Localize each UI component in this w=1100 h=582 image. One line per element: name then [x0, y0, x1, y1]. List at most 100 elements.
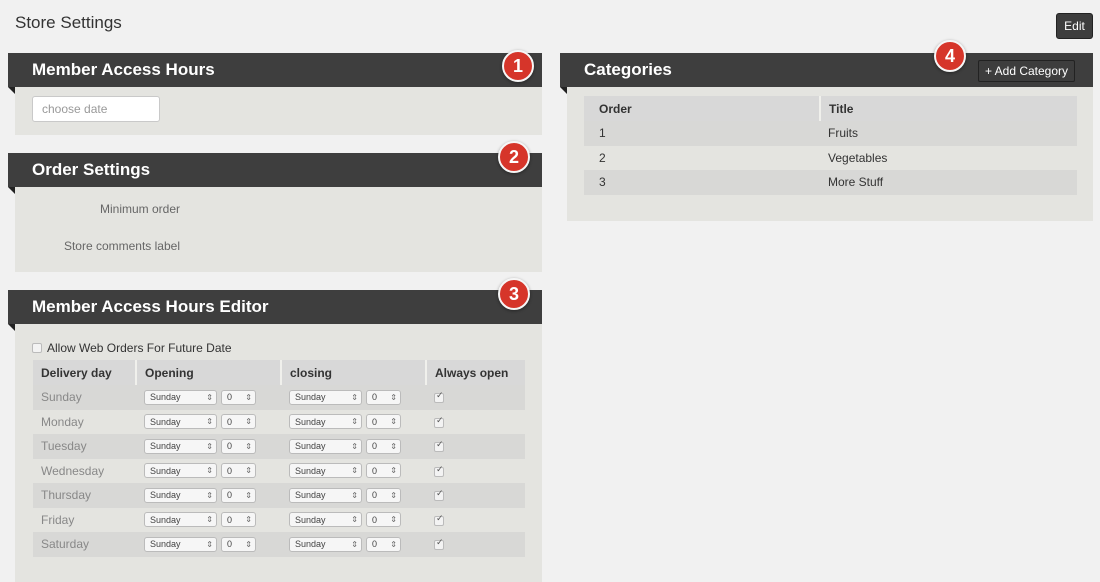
category-row[interactable]: 3 More Stuff [584, 170, 1077, 195]
opening-hour-select[interactable]: 0 ⇕ [221, 389, 256, 405]
allow-future-label: Allow Web Orders For Future Date [47, 341, 232, 355]
always-open-checkbox[interactable] [434, 440, 444, 453]
select-arrows-icon: ⇕ [245, 515, 252, 525]
closing-hour-select[interactable]: 0 ⇕ [366, 389, 401, 405]
closing-hour-select[interactable]: 0 ⇕ [366, 463, 401, 479]
opening-day-value: Sunday [150, 539, 181, 550]
category-title-cell: Fruits [820, 121, 1077, 146]
always-open-checkbox[interactable] [434, 489, 444, 502]
delivery-day-cell: Monday [33, 409, 136, 434]
member-access-hours-panel: Member Access Hours choose date [8, 53, 542, 135]
delivery-day-cell: Thursday [33, 483, 136, 508]
opening-cell: Sunday ⇕ 0 ⇕ [136, 532, 281, 557]
add-category-button[interactable]: + Add Category [978, 60, 1075, 82]
opening-cell: Sunday ⇕ 0 ⇕ [136, 409, 281, 434]
opening-cell: Sunday ⇕ 0 ⇕ [136, 385, 281, 410]
select-arrows-icon: ⇕ [206, 490, 213, 500]
select-arrows-icon: ⇕ [206, 417, 213, 427]
always-open-checkbox[interactable] [434, 538, 444, 551]
opening-day-value: Sunday [150, 441, 181, 452]
opening-day-select[interactable]: Sunday ⇕ [144, 438, 217, 454]
closing-hour-select[interactable]: 0 ⇕ [366, 414, 401, 430]
badge-1: 1 [502, 50, 534, 82]
closing-hour-select[interactable]: 0 ⇕ [366, 487, 401, 503]
opening-hour-select[interactable]: 0 ⇕ [221, 536, 256, 552]
opening-hour-select[interactable]: 0 ⇕ [221, 487, 256, 503]
closing-hour-select[interactable]: 0 ⇕ [366, 438, 401, 454]
closing-day-select[interactable]: Sunday ⇕ [289, 438, 362, 454]
opening-day-select[interactable]: Sunday ⇕ [144, 463, 217, 479]
opening-hour-select[interactable]: 0 ⇕ [221, 512, 256, 528]
closing-day-value: Sunday [295, 539, 326, 550]
select-arrows-icon: ⇕ [206, 515, 213, 525]
opening-day-select[interactable]: Sunday ⇕ [144, 389, 217, 405]
closing-day-value: Sunday [295, 465, 326, 476]
always-open-cell [426, 483, 525, 508]
allow-future-checkbox[interactable] [32, 343, 42, 353]
select-arrows-icon: ⇕ [245, 441, 252, 451]
closing-hour-value: 0 [372, 539, 378, 550]
closing-day-select[interactable]: Sunday ⇕ [289, 389, 362, 405]
closing-day-select[interactable]: Sunday ⇕ [289, 414, 362, 430]
opening-hour-value: 0 [227, 490, 233, 501]
opening-hour-select[interactable]: 0 ⇕ [221, 438, 256, 454]
delivery-day-cell: Tuesday [33, 434, 136, 459]
order-settings-panel: Order Settings Minimum order Store comme… [8, 153, 542, 272]
col-order: Order [584, 96, 821, 121]
closing-day-select[interactable]: Sunday ⇕ [289, 512, 362, 528]
opening-hour-select[interactable]: 0 ⇕ [221, 414, 256, 430]
choose-date-input[interactable]: choose date [32, 96, 160, 122]
always-open-checkbox[interactable] [434, 391, 444, 404]
closing-day-select[interactable]: Sunday ⇕ [289, 536, 362, 552]
select-arrows-icon: ⇕ [351, 441, 358, 451]
select-arrows-icon: ⇕ [351, 539, 358, 549]
opening-day-select[interactable]: Sunday ⇕ [144, 536, 217, 552]
closing-day-select[interactable]: Sunday ⇕ [289, 463, 362, 479]
select-arrows-icon: ⇕ [245, 539, 252, 549]
always-open-cell [426, 532, 525, 557]
closing-hour-select[interactable]: 0 ⇕ [366, 536, 401, 552]
opening-day-select[interactable]: Sunday ⇕ [144, 414, 217, 430]
col-opening: Opening [136, 360, 282, 385]
closing-cell: Sunday ⇕ 0 ⇕ [281, 483, 426, 508]
page-title: Store Settings [15, 13, 122, 32]
always-open-checkbox[interactable] [434, 465, 444, 477]
hours-row: Saturday Sunday ⇕ 0 ⇕ Sunday ⇕ 0 ⇕ [33, 532, 525, 557]
allow-future-row[interactable]: Allow Web Orders For Future Date [32, 341, 232, 355]
hours-row: Wednesday Sunday ⇕ 0 ⇕ Sunday ⇕ 0 ⇕ [33, 458, 525, 483]
select-arrows-icon: ⇕ [245, 466, 252, 476]
select-arrows-icon: ⇕ [390, 515, 397, 525]
opening-hour-value: 0 [227, 416, 233, 427]
hours-row: Friday Sunday ⇕ 0 ⇕ Sunday ⇕ 0 ⇕ [33, 507, 525, 532]
category-order-cell: 3 [584, 170, 820, 195]
category-row[interactable]: 2 Vegetables [584, 145, 1077, 170]
closing-cell: Sunday ⇕ 0 ⇕ [281, 434, 426, 459]
select-arrows-icon: ⇕ [390, 539, 397, 549]
always-open-checkbox[interactable] [434, 514, 444, 526]
hours-editor-header: Member Access Hours Editor [8, 290, 542, 331]
closing-day-value: Sunday [295, 490, 326, 501]
hours-row: Sunday Sunday ⇕ 0 ⇕ Sunday ⇕ 0 ⇕ [33, 385, 525, 410]
closing-day-value: Sunday [295, 441, 326, 452]
category-title-cell: More Stuff [820, 170, 1077, 195]
closing-day-select[interactable]: Sunday ⇕ [289, 487, 362, 503]
opening-hour-select[interactable]: 0 ⇕ [221, 463, 256, 479]
opening-day-select[interactable]: Sunday ⇕ [144, 487, 217, 503]
always-open-cell [426, 458, 525, 483]
closing-hour-select[interactable]: 0 ⇕ [366, 512, 401, 528]
category-order-cell: 1 [584, 121, 820, 146]
opening-hour-value: 0 [227, 392, 233, 403]
hours-editor-panel: Member Access Hours Editor Allow Web Ord… [8, 290, 542, 582]
closing-cell: Sunday ⇕ 0 ⇕ [281, 385, 426, 410]
select-arrows-icon: ⇕ [351, 466, 358, 476]
select-arrows-icon: ⇕ [351, 392, 358, 402]
opening-day-select[interactable]: Sunday ⇕ [144, 512, 217, 528]
select-arrows-icon: ⇕ [390, 490, 397, 500]
always-open-cell [426, 385, 525, 410]
opening-day-value: Sunday [150, 416, 181, 427]
category-row[interactable]: 1 Fruits [584, 121, 1077, 146]
opening-cell: Sunday ⇕ 0 ⇕ [136, 458, 281, 483]
always-open-checkbox[interactable] [434, 416, 444, 428]
closing-cell: Sunday ⇕ 0 ⇕ [281, 532, 426, 557]
edit-button[interactable]: Edit [1056, 13, 1093, 39]
